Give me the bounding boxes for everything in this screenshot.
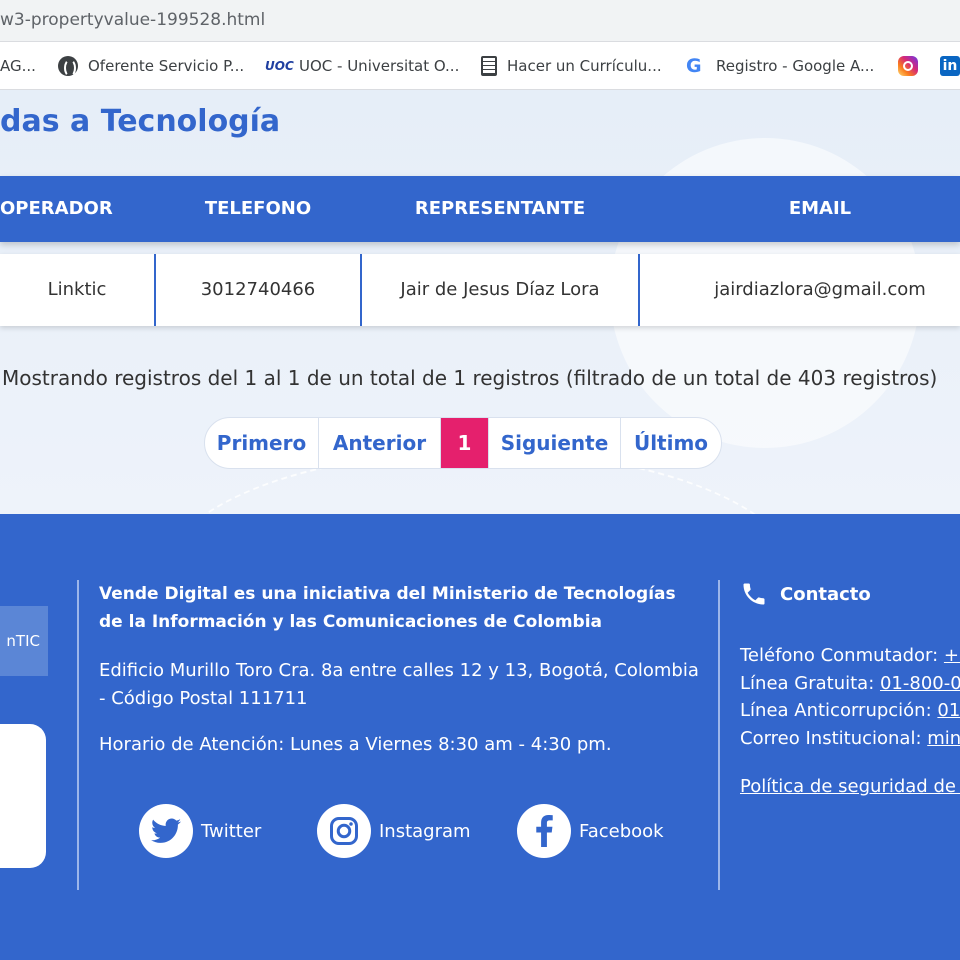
- main-content: das a Tecnología OPERADOR TELEFONO REPRE…: [0, 90, 960, 514]
- instagram-link[interactable]: Instagram: [317, 804, 471, 858]
- cell-operador: Linktic: [0, 254, 156, 326]
- gratuita-phone-link[interactable]: 01-800-09: [880, 673, 960, 694]
- instagram-icon: [898, 56, 918, 76]
- correo-email-link[interactable]: mintic: [927, 728, 960, 749]
- pagination-first-button[interactable]: Primero: [205, 418, 319, 468]
- column-header-operador[interactable]: OPERADOR: [0, 176, 113, 242]
- linkedin-icon: in: [940, 56, 960, 76]
- footer-divider: [718, 580, 720, 890]
- contact-list: Teléfono Conmutador: +57 Línea Gratuita:…: [740, 642, 960, 752]
- bookmark-label: UOC - Universitat O...: [299, 57, 460, 75]
- records-summary: Mostrando registros del 1 al 1 de un tot…: [2, 366, 938, 390]
- bookmark-label: Oferente Servicio P...: [88, 57, 245, 75]
- uoc-icon: UOC: [265, 59, 294, 73]
- instagram-icon: [317, 804, 371, 858]
- facebook-link[interactable]: Facebook: [517, 804, 664, 858]
- bookmark-label: Registro - Google A...: [716, 57, 875, 75]
- footer-intro: Vende Digital es una iniciativa del Mini…: [99, 584, 676, 632]
- column-header-telefono[interactable]: TELEFONO: [156, 176, 360, 242]
- cell-representante: Jair de Jesus Díaz Lora: [362, 254, 640, 326]
- column-header-representante[interactable]: REPRESENTANTE: [362, 176, 638, 242]
- bookmark-linkedin[interactable]: in: [940, 54, 960, 78]
- contact-line-correo: Correo Institucional: mintic: [740, 725, 960, 753]
- table-header: OPERADOR TELEFONO REPRESENTANTE EMAIL: [0, 176, 960, 242]
- twitter-label: Twitter: [201, 820, 262, 842]
- document-icon: [481, 56, 497, 76]
- facebook-icon: [517, 804, 571, 858]
- app-logo-badge[interactable]: [0, 724, 46, 868]
- pagination-last-button[interactable]: Último: [621, 418, 721, 468]
- twitter-link[interactable]: Twitter: [139, 804, 261, 858]
- url-text: w3-propertyvalue-199528.html: [0, 10, 266, 30]
- bookmark-label: AG...: [0, 57, 36, 75]
- footer-hours: Horario de Atención: Lunes a Viernes 8:3…: [99, 734, 612, 755]
- facebook-label: Facebook: [579, 820, 664, 842]
- security-policy-link[interactable]: Política de seguridad de la: [740, 776, 960, 797]
- contact-heading: Contacto: [740, 580, 871, 608]
- twitter-icon: [139, 804, 193, 858]
- contact-title: Contacto: [780, 583, 871, 605]
- cell-telefono: 3012740466: [156, 254, 362, 326]
- footer-divider: [77, 580, 79, 890]
- contact-line-anticorrupcion: Línea Anticorrupción: 01-8: [740, 697, 960, 725]
- phone-icon: [743, 583, 765, 605]
- bookmark-google[interactable]: G Registro - Google A...: [686, 54, 874, 78]
- pagination-next-button[interactable]: Siguiente: [489, 418, 621, 468]
- footer: nTIC Vende Digital es una iniciativa del…: [0, 514, 960, 960]
- address-bar[interactable]: w3-propertyvalue-199528.html: [0, 0, 960, 42]
- bookmark-curriculum[interactable]: Hacer un Currículu...: [481, 54, 662, 78]
- column-header-email[interactable]: EMAIL: [640, 176, 960, 242]
- contact-line-gratuita: Línea Gratuita: 01-800-09: [740, 670, 960, 698]
- footer-address: Edificio Murillo Toro Cra. 8a entre call…: [99, 660, 699, 709]
- cell-email: jairdiazlora@gmail.com: [714, 279, 926, 300]
- mintic-logo[interactable]: nTIC: [0, 606, 48, 676]
- page-title: das a Tecnología: [0, 104, 281, 139]
- anticorrupcion-phone-link[interactable]: 01-8: [937, 700, 960, 721]
- bookmark-label: Hacer un Currículu...: [507, 57, 662, 75]
- table-row: Linktic 3012740466 Jair de Jesus Díaz Lo…: [0, 254, 960, 326]
- instagram-label: Instagram: [379, 820, 471, 842]
- bookmarks-bar: AG... Oferente Servicio P... UOC UOC - U…: [0, 42, 960, 90]
- google-icon: G: [686, 55, 702, 77]
- bookmark-ag[interactable]: AG...: [0, 54, 36, 78]
- pagination-page-1[interactable]: 1: [441, 418, 489, 468]
- bookmark-instagram[interactable]: [898, 54, 918, 78]
- bookmark-oferente[interactable]: Oferente Servicio P...: [58, 54, 244, 78]
- conmutador-phone-link[interactable]: +57: [944, 645, 960, 666]
- contact-line-conmutador: Teléfono Conmutador: +57: [740, 642, 960, 670]
- pagination-prev-button[interactable]: Anterior: [319, 418, 441, 468]
- bookmark-uoc[interactable]: UOC UOC - Universitat O...: [265, 54, 459, 78]
- globe-icon: [58, 56, 78, 77]
- pagination: Primero Anterior 1 Siguiente Último: [204, 417, 722, 469]
